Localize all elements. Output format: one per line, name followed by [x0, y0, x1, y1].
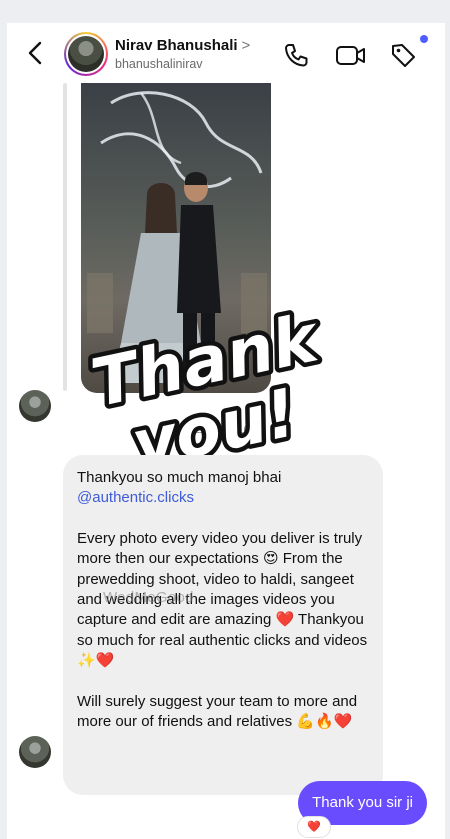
chat-header: Nirav Bhanushali > bhanushalinirav [7, 23, 445, 83]
message-line-1: Thankyou so much manoj bhai [77, 469, 282, 486]
watermark: WedMeGood [103, 589, 194, 606]
conversation-area[interactable]: YESTERDAY 10:07 PM Thank you! Thankyou s… [7, 83, 445, 839]
message-paragraph-3: Will surely suggest your team to more an… [77, 692, 358, 731]
tag-icon[interactable] [389, 41, 417, 69]
screen-frame: Nirav Bhanushali > bhanushalinirav YESTE… [0, 0, 450, 839]
sender-avatar[interactable] [19, 390, 51, 422]
notification-dot [420, 35, 428, 43]
contact-name[interactable]: Nirav Bhanushali > [115, 37, 250, 54]
incoming-message-bubble[interactable]: Thankyou so much manoj bhai @authentic.c… [63, 455, 383, 795]
video-camera-icon[interactable] [335, 41, 367, 69]
mention-link[interactable]: @authentic.clicks [77, 488, 369, 508]
contact-name-text: Nirav Bhanushali [115, 37, 238, 54]
chevron-left-icon[interactable] [25, 39, 45, 67]
contact-handle: bhanushalinirav [115, 57, 203, 71]
heart-reaction[interactable]: ❤️ [297, 816, 331, 838]
reply-indicator-bar [63, 83, 67, 391]
sender-avatar-2[interactable] [19, 736, 51, 768]
chat-screen: Nirav Bhanushali > bhanushalinirav YESTE… [7, 23, 445, 839]
thank-you-sticker[interactable]: Thank you! [69, 301, 349, 471]
chevron-right-icon: > [241, 37, 251, 54]
contact-avatar[interactable] [64, 32, 108, 76]
avatar-photo [68, 36, 104, 72]
phone-icon[interactable] [282, 41, 310, 69]
